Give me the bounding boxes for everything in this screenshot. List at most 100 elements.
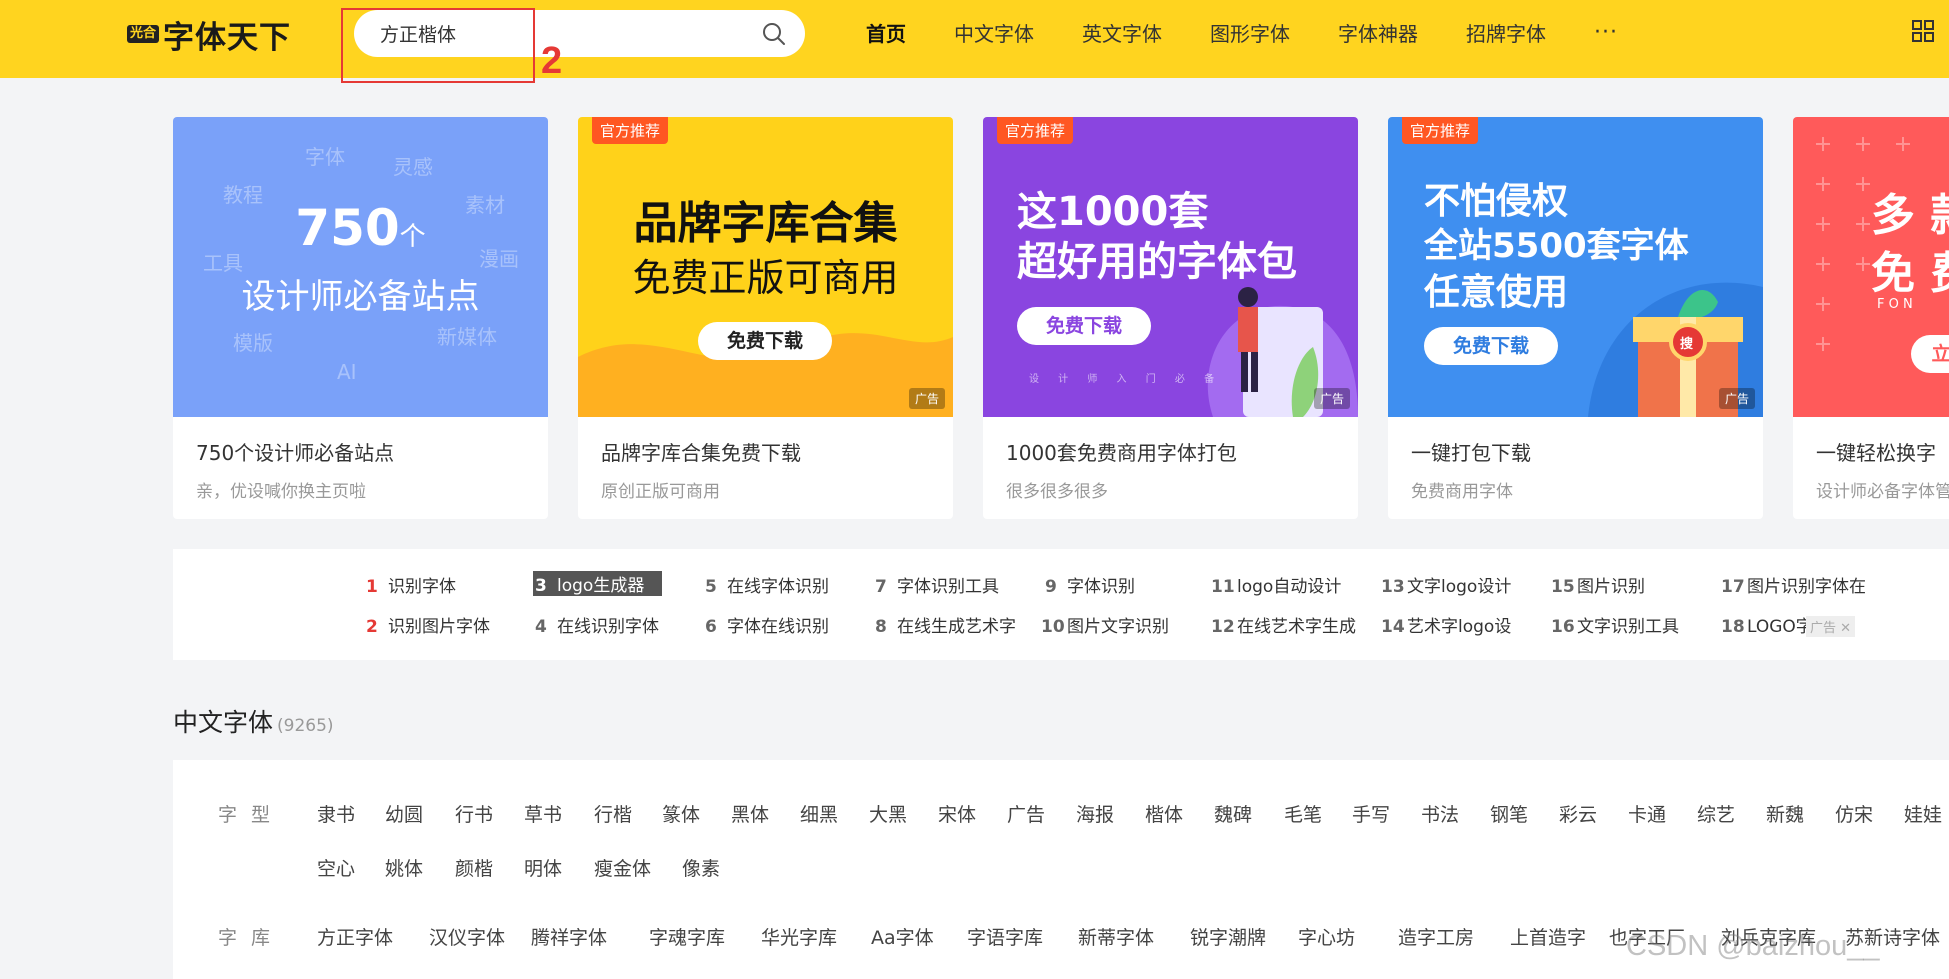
font-library-option[interactable]: 腾祥字体 — [531, 923, 607, 950]
nav-font-tools[interactable]: 字体神器 — [1338, 18, 1418, 47]
font-type-option[interactable]: 像素 — [682, 854, 720, 881]
banner-headline-2: 免费正版可商用 — [632, 256, 899, 300]
banner-headline: 品牌字库合集 — [633, 198, 898, 249]
banner-card-5[interactable]: 多 款 免 费 F O N 立 一键轻松换字 设计师必备字体管 — [1793, 117, 1949, 519]
font-type-option[interactable]: 颜楷 — [455, 854, 493, 881]
box-search-label: 搜 — [1680, 337, 1694, 352]
font-type-option[interactable]: 魏碑 — [1214, 800, 1252, 827]
banner-title[interactable]: 一键轻松换字 — [1816, 437, 1936, 466]
nav-graphic-fonts[interactable]: 图形字体 — [1210, 18, 1290, 47]
keyword-item[interactable]: 1 识别字体 — [366, 572, 456, 597]
search-icon[interactable] — [761, 21, 787, 47]
keyword-ad-close-button[interactable]: 广告 ✕ — [1806, 616, 1856, 637]
keyword-item[interactable]: 12 在线艺术字生成 — [1211, 612, 1356, 637]
font-type-option[interactable]: 明体 — [524, 854, 562, 881]
font-library-option[interactable]: 上首造字 — [1510, 923, 1586, 950]
keyword-item[interactable]: 10 图片文字识别 — [1041, 612, 1169, 637]
font-type-option[interactable]: 篆体 — [662, 800, 700, 827]
font-type-option[interactable]: 幼圆 — [385, 800, 423, 827]
font-library-option[interactable]: Aa字体 — [871, 923, 934, 950]
banner-card-2[interactable]: 官方推荐 品牌字库合集 免费正版可商用 免费下载 广告 品牌字库合集免费下载 原… — [578, 117, 953, 519]
free-download-button[interactable]: 免费下载 — [698, 322, 832, 360]
keyword-item[interactable]: 4 在线识别字体 — [535, 612, 659, 637]
keyword-item[interactable]: 16 文字识别工具 — [1551, 612, 1679, 637]
banner-title[interactable]: 1000套免费商用字体打包 — [1006, 437, 1237, 466]
keyword-item[interactable]: 8 在线生成艺术字 — [875, 612, 1016, 637]
filter-label-type: 字型 — [218, 804, 285, 826]
keyword-item[interactable]: 17 图片识别字体在 — [1721, 572, 1866, 597]
official-tag: 官方推荐 — [1402, 117, 1479, 144]
free-download-button[interactable]: 免费下载 — [1017, 307, 1151, 345]
nav-chinese-fonts[interactable]: 中文字体 — [954, 18, 1034, 47]
banner-subtitle: 原创正版可商用 — [601, 482, 720, 502]
keyword-item-selected[interactable]: 3 logo生成器 — [533, 571, 663, 596]
bg-word: AI — [337, 360, 357, 384]
banner-title[interactable]: 品牌字库合集免费下载 — [601, 437, 801, 466]
font-type-option[interactable]: 空心 — [317, 854, 355, 881]
font-type-option[interactable]: 钢笔 — [1490, 800, 1528, 827]
banner-headline: 750个 — [295, 199, 426, 257]
font-type-option[interactable]: 毛笔 — [1284, 800, 1322, 827]
banner-image-4: 官方推荐 搜 不怕侵权 全站5500套字体 任意使用 免费下载 广告 — [1388, 117, 1763, 417]
font-library-option[interactable]: 字魂字库 — [649, 923, 725, 950]
banner-card-1[interactable]: 字体 灵感 教程 素材 工具 漫画 模版 新媒体 AI 750个 设计师必备站点… — [173, 117, 548, 519]
nav-home[interactable]: 首页 — [866, 18, 906, 47]
font-type-option[interactable]: 卡通 — [1628, 800, 1666, 827]
font-type-option[interactable]: 黑体 — [731, 800, 769, 827]
font-type-option[interactable]: 手写 — [1352, 800, 1390, 827]
site-logo[interactable]: 光合 字体天下 — [127, 16, 291, 56]
keyword-item[interactable]: 2 识别图片字体 — [366, 612, 490, 637]
banner-title[interactable]: 750个设计师必备站点 — [196, 437, 394, 466]
filter-label-library: 字库 — [218, 927, 285, 949]
annotation-number: 2 — [541, 40, 563, 82]
banner-subtitle: 免费商用字体 — [1411, 482, 1513, 502]
font-type-option[interactable]: 大黑 — [869, 800, 907, 827]
font-library-option[interactable]: 字语字库 — [967, 923, 1043, 950]
font-library-option[interactable]: 锐字潮牌 — [1190, 923, 1266, 950]
section-title: 中文字体 (9265) — [173, 703, 334, 739]
keyword-strip — [173, 549, 1949, 660]
font-type-option[interactable]: 广告 — [1007, 800, 1045, 827]
font-type-option[interactable]: 娃娃 — [1904, 800, 1942, 827]
keyword-item[interactable]: 7 字体识别工具 — [875, 572, 999, 597]
font-type-option[interactable]: 瘦金体 — [594, 854, 651, 881]
font-library-option[interactable]: 方正字体 — [317, 923, 393, 950]
nav-signboard-fonts[interactable]: 招牌字体 — [1466, 18, 1546, 47]
nav-more-icon[interactable]: ··· — [1594, 20, 1618, 45]
keyword-item[interactable]: 6 字体在线识别 — [705, 612, 829, 637]
font-type-option[interactable]: 仿宋 — [1835, 800, 1873, 827]
font-type-option[interactable]: 彩云 — [1559, 800, 1597, 827]
font-type-option[interactable]: 书法 — [1421, 800, 1459, 827]
banner-card-3[interactable]: 官方推荐 这1000套 超好用的字体包 免费下载 设 计 师 入 门 必 备 广… — [983, 117, 1358, 519]
keyword-item[interactable]: 13 文字logo设计 — [1381, 572, 1511, 597]
banner-button[interactable]: 立 — [1911, 335, 1949, 373]
keyword-item[interactable]: 15 图片识别 — [1551, 572, 1645, 597]
font-type-option[interactable]: 新魏 — [1766, 800, 1804, 827]
keyword-item[interactable]: 5 在线字体识别 — [705, 572, 829, 597]
font-type-option[interactable]: 综艺 — [1697, 800, 1735, 827]
banner-card-4[interactable]: 官方推荐 搜 不怕侵权 全站5500套字体 任意使用 免费下载 广告 一键打包下… — [1388, 117, 1763, 519]
free-download-button[interactable]: 免费下载 — [1424, 327, 1558, 365]
font-type-option[interactable]: 楷体 — [1145, 800, 1183, 827]
font-type-option[interactable]: 姚体 — [385, 854, 423, 881]
font-library-option[interactable]: 造字工房 — [1398, 923, 1474, 950]
bg-word: 字体 — [305, 145, 345, 169]
font-type-option[interactable]: 宋体 — [938, 800, 976, 827]
grid-icon[interactable] — [1912, 20, 1934, 42]
font-library-option[interactable]: 字心坊 — [1298, 923, 1355, 950]
keyword-item[interactable]: 9 字体识别 — [1045, 572, 1135, 597]
keyword-item[interactable]: 14 艺术字logo设 — [1381, 612, 1511, 637]
banner-title[interactable]: 一键打包下载 — [1411, 437, 1531, 466]
font-type-option[interactable]: 细黑 — [800, 800, 838, 827]
font-library-option[interactable]: 华光字库 — [761, 923, 837, 950]
font-library-option[interactable]: 汉仪字体 — [429, 923, 505, 950]
font-type-option[interactable]: 草书 — [524, 800, 562, 827]
keyword-item[interactable]: 11 logo自动设计 — [1211, 572, 1341, 597]
font-type-option[interactable]: 行书 — [455, 800, 493, 827]
font-type-option[interactable]: 隶书 — [317, 800, 355, 827]
font-library-option[interactable]: 新蒂字体 — [1078, 923, 1154, 950]
nav-english-fonts[interactable]: 英文字体 — [1082, 18, 1162, 47]
font-type-option[interactable]: 行楷 — [594, 800, 632, 827]
banner-image-3: 官方推荐 这1000套 超好用的字体包 免费下载 设 计 师 入 门 必 备 广… — [983, 117, 1358, 417]
font-type-option[interactable]: 海报 — [1076, 800, 1114, 827]
